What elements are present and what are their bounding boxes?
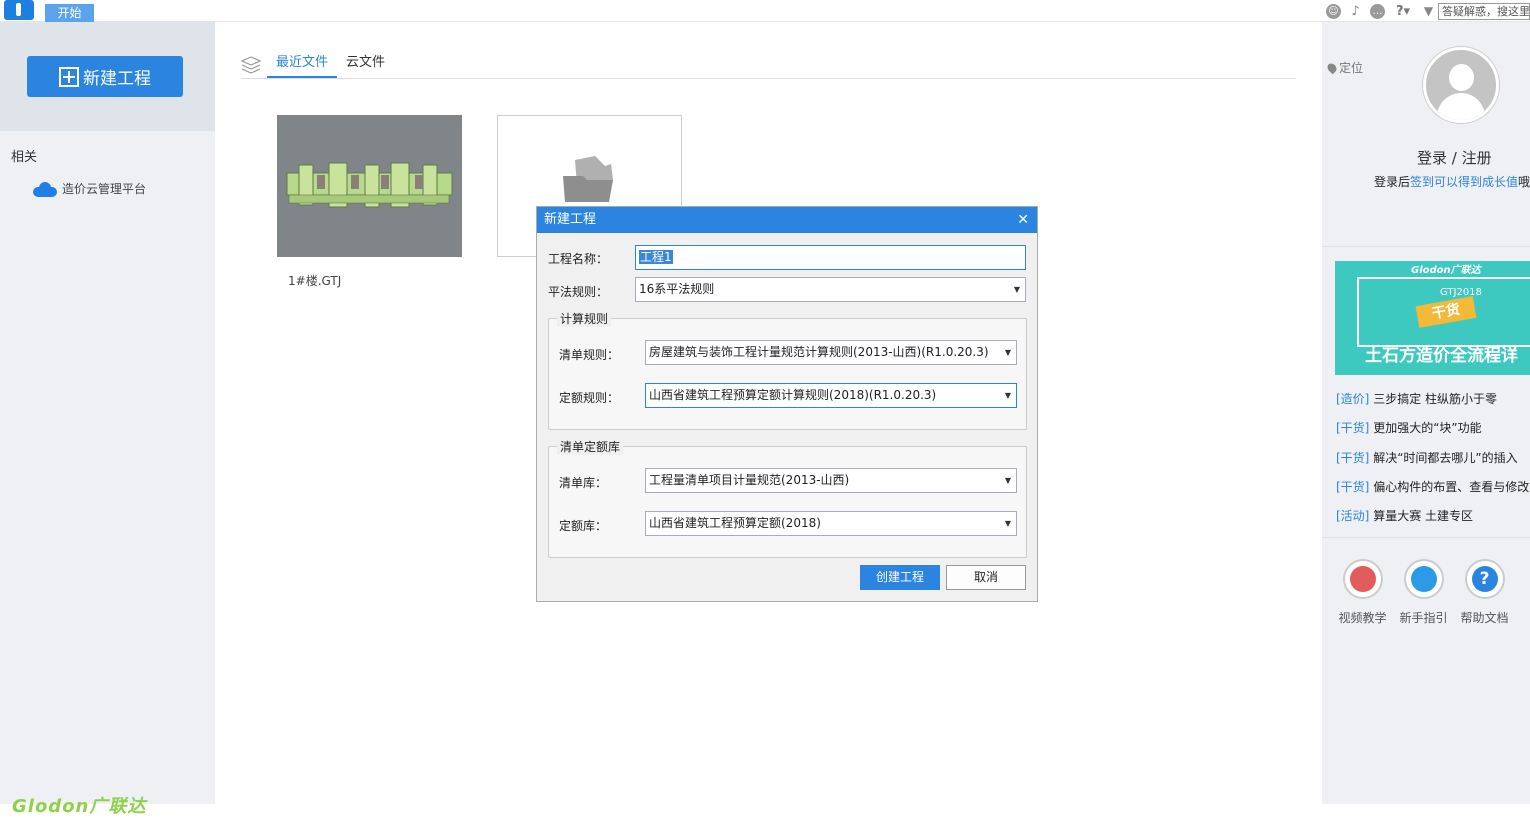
news-item[interactable]: [干货] 偏心构件的布置、查看与修改: [1336, 478, 1529, 507]
calc-rules-group: 计算规则 清单规则： 房屋建筑与装饰工程计量规范计算规则(2013-山西)(R1…: [548, 310, 1027, 430]
video-tutorial-button[interactable]: 视频教学: [1339, 559, 1387, 626]
banner-brand: Glodon广联达: [1411, 265, 1481, 276]
location-pin-icon: [1325, 61, 1339, 74]
tab-cloud-files[interactable]: 云文件: [337, 52, 394, 78]
news-item[interactable]: [造价] 三步搞定 柱纵筋小于零: [1336, 390, 1529, 419]
help-icon: ?: [1471, 566, 1498, 592]
avatar[interactable]: [1423, 47, 1499, 123]
brand-logo: Glodon广联达: [12, 796, 147, 817]
cloud-platform-label: 造价云管理平台: [62, 182, 147, 196]
user-icon[interactable]: ☺: [1326, 3, 1341, 19]
rule-label: 平法规则：: [548, 285, 609, 299]
dialog-title-bar: 新建工程 ✕: [537, 207, 1037, 233]
quota-lib-label: 定额库：: [559, 519, 608, 533]
bill-rule-select[interactable]: 房屋建筑与装饰工程计量规范计算规则(2013-山西)(R1.0.20.3) ▼: [645, 340, 1017, 365]
user-guide-icon: [1410, 566, 1437, 592]
new-project-button[interactable]: 新建工程: [27, 56, 183, 97]
library-group: 清单定额库 清单库： 工程量清单项目计量规范(2013-山西) ▼ 定额库： 山…: [548, 438, 1027, 558]
news-item[interactable]: [干货] 更加强大的“块”功能: [1336, 419, 1529, 448]
news-item[interactable]: [活动] 算量大赛 土建专区: [1336, 507, 1529, 536]
cloud-icon: [33, 181, 57, 197]
top-icons: ☺ ♪ … ?▾ ▼: [1326, 3, 1436, 19]
add-icon: [59, 66, 79, 87]
top-bar: 开始 ☺ ♪ … ?▾ ▼ 答疑解惑，搜这里: [0, 0, 1530, 22]
banner-version: GTJ2018: [1440, 287, 1482, 298]
login-register-link[interactable]: 登录 / 注册: [1417, 147, 1492, 168]
project-name-label: 工程名称：: [548, 252, 609, 266]
tabs-divider: [241, 78, 1296, 79]
growth-link[interactable]: 签到可以得到成长值: [1410, 175, 1518, 189]
cloud-platform-link[interactable]: 造价云管理平台: [33, 180, 146, 197]
banner-headline: 土石方造价全流程详: [1365, 346, 1518, 366]
help-menu-icon[interactable]: ?▾: [1392, 4, 1414, 19]
left-sidebar: 新建工程 相关 造价云管理平台 Glodon广联达: [0, 22, 215, 817]
quota-rule-select[interactable]: 山西省建筑工程预算定额计算规则(2018)(R1.0.20.3) ▼: [645, 383, 1017, 408]
calc-rules-title: 计算规则: [557, 310, 612, 327]
right-panel: 定位 登录 / 注册 登录后签到可以得到成长值哦 Glodon广联达 GTJ20…: [1322, 22, 1530, 804]
shirt-icon[interactable]: ▼: [1421, 4, 1436, 19]
project-name-row: 工程名称：: [548, 250, 608, 267]
message-icon[interactable]: …: [1370, 3, 1385, 19]
help-docs-button[interactable]: ? 帮助文档: [1461, 559, 1509, 626]
rule-row: 平法规则：: [548, 283, 608, 300]
sidebar-header: 新建工程: [0, 22, 215, 131]
create-project-button[interactable]: 创建工程: [860, 565, 940, 590]
help-shortcuts: 视频教学 新手指引 ? 帮助文档: [1339, 559, 1509, 626]
tab-recent-files[interactable]: 最近文件: [267, 52, 338, 78]
recent-file-name[interactable]: 1#楼.GTJ: [288, 272, 341, 289]
chevron-down-icon: ▼: [1004, 476, 1011, 485]
close-icon[interactable]: ✕: [1017, 207, 1029, 233]
divider: [1322, 246, 1530, 247]
tab-start[interactable]: 开始: [45, 4, 94, 22]
quota-rule-label: 定额规则：: [559, 391, 620, 405]
file-tabs: 最近文件 云文件: [267, 52, 394, 78]
rule-value: 16系平法规则: [639, 282, 715, 296]
chevron-down-icon: ▼: [1004, 519, 1011, 528]
folder-icon: [563, 156, 613, 202]
new-project-label: 新建工程: [83, 69, 151, 89]
bell-icon[interactable]: ♪: [1348, 4, 1363, 19]
search-input[interactable]: 答疑解惑，搜这里: [1438, 3, 1530, 20]
recent-file-thumbnail[interactable]: [277, 115, 462, 257]
news-list: [造价] 三步搞定 柱纵筋小于零 [干货] 更加强大的“块”功能 [干货] 解决…: [1336, 390, 1529, 536]
dialog-title: 新建工程: [544, 212, 597, 227]
floor-plan-image: [286, 162, 453, 208]
bill-lib-label: 清单库：: [559, 476, 608, 490]
bill-rule-value: 房屋建筑与装饰工程计量规范计算规则(2013-山西)(R1.0.20.3): [649, 345, 989, 359]
bill-rule-label: 清单规则：: [559, 348, 620, 362]
project-name-value: 工程1: [639, 250, 673, 264]
chevron-down-icon: ▼: [1004, 391, 1011, 400]
beginner-guide-button[interactable]: 新手指引: [1400, 559, 1448, 626]
quota-lib-select[interactable]: 山西省建筑工程预算定额(2018) ▼: [645, 511, 1017, 536]
project-name-input[interactable]: 工程1: [635, 245, 1026, 270]
cancel-button[interactable]: 取消: [946, 565, 1026, 590]
layers-icon: [241, 56, 261, 74]
promo-banner[interactable]: Glodon广联达 GTJ2018 干货 土石方造价全流程详: [1335, 261, 1530, 375]
divider: [1322, 537, 1530, 538]
login-hint: 登录后签到可以得到成长值哦: [1374, 175, 1530, 189]
chevron-down-icon: ▼: [1004, 348, 1011, 357]
news-item[interactable]: [干货] 解决“时间都去哪儿”的插入: [1336, 449, 1529, 478]
bill-lib-select[interactable]: 工程量清单项目计量规范(2013-山西) ▼: [645, 468, 1017, 493]
rule-select[interactable]: 16系平法规则 ▼: [635, 277, 1026, 302]
bill-lib-value: 工程量清单项目计量规范(2013-山西): [649, 473, 850, 487]
quota-lib-value: 山西省建筑工程预算定额(2018): [649, 516, 821, 530]
app-logo-icon[interactable]: [4, 0, 34, 20]
location-label: 定位: [1339, 61, 1364, 75]
video-icon: [1349, 566, 1376, 592]
chevron-down-icon: ▼: [1013, 285, 1020, 294]
new-project-dialog: 新建工程 ✕ 工程名称： 工程1 平法规则： 16系平法规则 ▼ 计算规则 清单…: [536, 206, 1038, 602]
related-title: 相关: [11, 150, 38, 165]
library-title: 清单定额库: [557, 438, 624, 455]
quota-rule-value: 山西省建筑工程预算定额计算规则(2018)(R1.0.20.3): [649, 388, 937, 402]
location-button[interactable]: 定位: [1325, 59, 1364, 76]
